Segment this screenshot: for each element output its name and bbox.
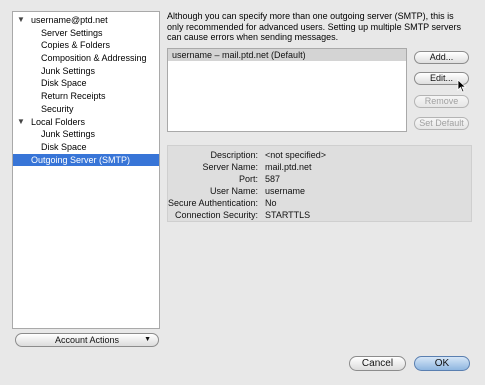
tree-item-return-receipts[interactable]: Return Receipts: [13, 90, 159, 103]
tree-item-account-username[interactable]: ▼ username@ptd.net: [13, 14, 159, 27]
account-actions-dropdown[interactable]: Account Actions ▼: [15, 333, 159, 347]
tree-item-server-settings[interactable]: Server Settings: [13, 27, 159, 40]
port-value: 587: [265, 174, 281, 184]
tree-item-label: Junk Settings: [41, 129, 96, 140]
tree-item-label: Disk Space: [41, 78, 87, 89]
tree-item-composition-addressing[interactable]: Composition & Addressing: [13, 52, 159, 65]
detail-row-server-name: Server Name: mail.ptd.net: [168, 162, 473, 173]
tree-item-label: Local Folders: [31, 116, 86, 127]
mouse-pointer-icon: [457, 79, 467, 93]
smtp-server-list[interactable]: username – mail.ptd.net (Default): [167, 48, 407, 132]
tree-item-disk-space[interactable]: Disk Space: [13, 77, 159, 90]
add-button[interactable]: Add...: [414, 51, 469, 64]
tree-item-label: Security: [41, 103, 74, 114]
tree-item-security[interactable]: Security: [13, 103, 159, 116]
tree-item-local-disk-space[interactable]: Disk Space: [13, 141, 159, 154]
tree-item-copies-folders[interactable]: Copies & Folders: [13, 39, 159, 52]
tree-item-label: Outgoing Server (SMTP): [31, 154, 131, 165]
tree-item-junk-settings[interactable]: Junk Settings: [13, 65, 159, 78]
tree-item-label: Return Receipts: [41, 91, 106, 102]
connection-security-label: Connection Security:: [174, 210, 258, 220]
user-name-label: User Name:: [209, 186, 258, 196]
server-name-value: mail.ptd.net: [265, 162, 312, 172]
tree-item-local-folders[interactable]: ▼ Local Folders: [13, 116, 159, 129]
smtp-details-panel: Description: <not specified> Server Name…: [167, 145, 472, 222]
cancel-button[interactable]: Cancel: [349, 356, 406, 371]
detail-row-secure-auth: Secure Authentication: No: [168, 198, 473, 209]
disclosure-triangle-icon[interactable]: ▼: [17, 116, 25, 129]
detail-row-port: Port: 587: [168, 174, 473, 185]
smtp-server-row[interactable]: username – mail.ptd.net (Default): [168, 49, 406, 61]
smtp-warning-text: Although you can specify more than one o…: [167, 11, 461, 42]
tree-item-outgoing-server[interactable]: Outgoing Server (SMTP): [13, 153, 159, 167]
ok-button[interactable]: OK: [414, 356, 470, 371]
user-name-value: username: [265, 186, 306, 196]
disclosure-triangle-icon[interactable]: ▼: [17, 14, 25, 27]
port-label: Port:: [238, 174, 258, 184]
description-value: <not specified>: [265, 150, 327, 160]
server-name-label: Server Name:: [202, 162, 258, 172]
secure-auth-label: Secure Authentication:: [167, 198, 258, 208]
description-label: Description:: [210, 150, 258, 160]
detail-row-connection-security: Connection Security: STARTTLS: [168, 210, 473, 221]
tree-item-label: Copies & Folders: [41, 40, 111, 51]
tree-item-label: Junk Settings: [41, 65, 96, 76]
tree-item-label: Composition & Addressing: [41, 53, 147, 64]
set-default-button[interactable]: Set Default: [414, 117, 469, 130]
tree-item-label: Disk Space: [41, 141, 87, 152]
tree-item-label: Server Settings: [41, 27, 103, 38]
secure-auth-value: No: [265, 198, 277, 208]
detail-row-user-name: User Name: username: [168, 186, 473, 197]
dropdown-arrow-icon: ▼: [144, 336, 151, 343]
tree-item-label: username@ptd.net: [31, 15, 108, 25]
account-tree[interactable]: ▼ username@ptd.net Server Settings Copie…: [12, 11, 160, 329]
tree-item-local-junk-settings[interactable]: Junk Settings: [13, 128, 159, 141]
account-actions-label: Account Actions: [54, 335, 120, 345]
detail-row-description: Description: <not specified>: [168, 150, 473, 161]
remove-button[interactable]: Remove: [414, 95, 469, 108]
connection-security-value: STARTTLS: [265, 210, 311, 220]
